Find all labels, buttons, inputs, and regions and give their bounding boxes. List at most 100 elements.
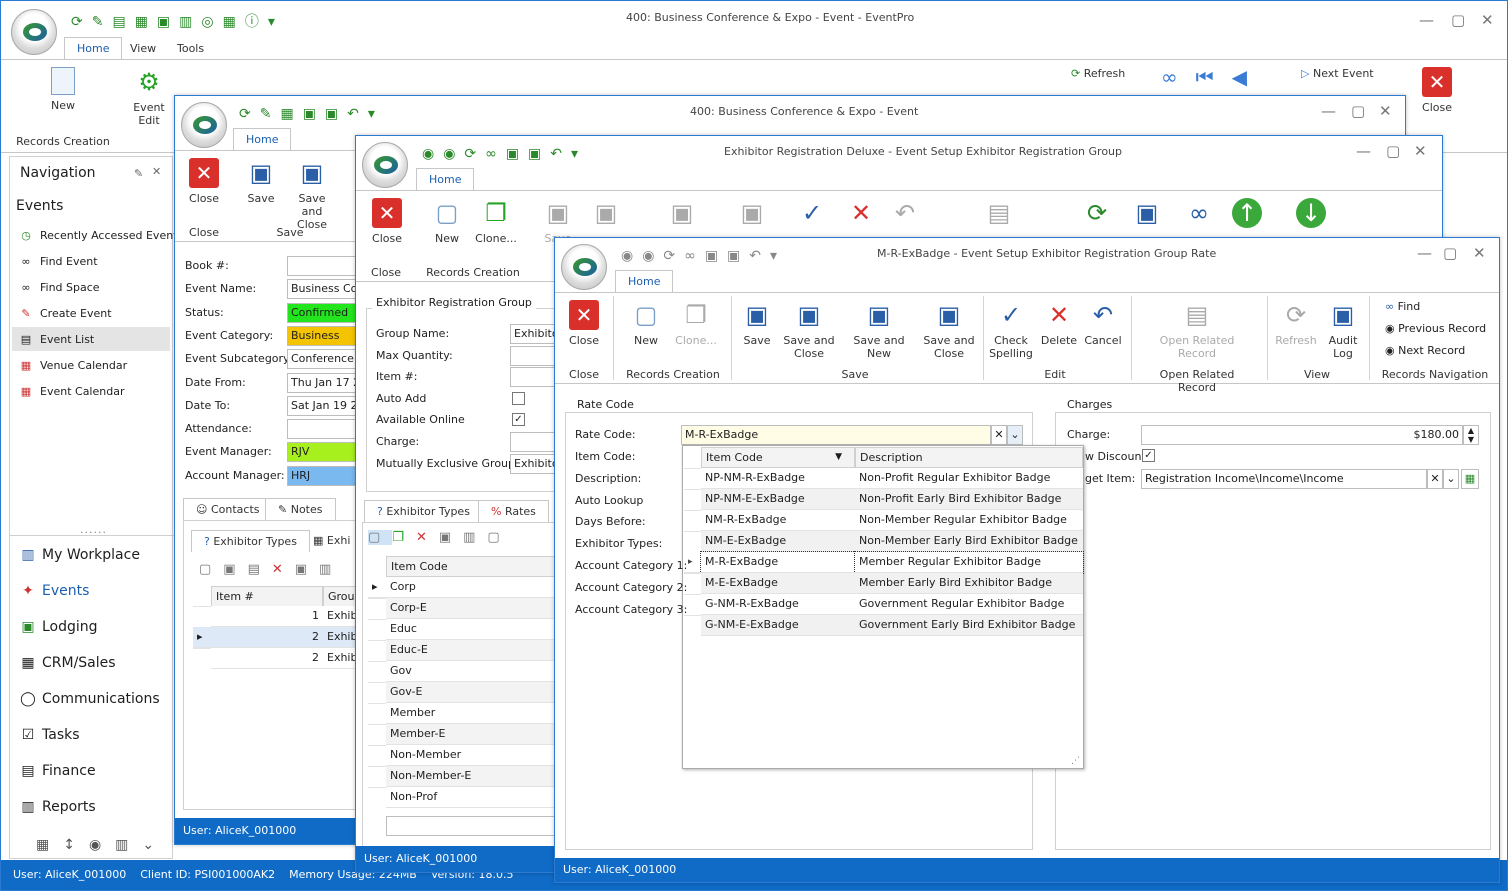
charge-spinner[interactable]: ▲ ▼: [1463, 425, 1479, 445]
dropdown-cell-description[interactable]: Non-Member Regular Exhibitor Badge: [855, 510, 1083, 531]
main-nav-arrows[interactable]: ∞⏮◀: [1161, 67, 1265, 87]
event-tab-contacts[interactable]: ☺ Contacts: [183, 498, 273, 520]
budget-clear-icon[interactable]: ✕: [1427, 469, 1443, 489]
group-restore-button[interactable]: ▢: [1386, 142, 1400, 160]
rate-code-clear-icon[interactable]: ✕: [991, 425, 1007, 445]
rate-audit-button[interactable]: ▣ Audit Log: [1325, 300, 1361, 360]
group-grid-row-handle[interactable]: [368, 745, 386, 746]
event-tab-home[interactable]: Home: [233, 128, 292, 150]
group-new-button[interactable]: ▢ New: [432, 198, 462, 245]
main-tab-tools[interactable]: Tools: [177, 38, 204, 60]
rate-next-button[interactable]: ◉ Next Record: [1385, 344, 1465, 357]
group-grid-toolbar[interactable]: ▢❐✕▣▥▢: [368, 530, 512, 545]
rate-code-input[interactable]: M-R-ExBadge: [681, 425, 991, 445]
dropdown-row-handle[interactable]: [684, 510, 701, 511]
main-event-edit-button[interactable]: ⚙ Event Edit: [129, 67, 169, 127]
group-close-button[interactable]: ✕ Close: [370, 198, 404, 245]
rate-check-spelling-button[interactable]: ✓ Check Spelling: [987, 300, 1035, 360]
group-save-close-button[interactable]: ▣: [590, 198, 622, 232]
nav-close-icon[interactable]: ✕: [152, 165, 161, 178]
rate-save-new-button[interactable]: ▣ Save and New: [843, 300, 915, 360]
rate-tab-home[interactable]: Home: [615, 270, 674, 292]
dropdown-cell-description[interactable]: Member Early Bird Exhibitor Badge: [855, 573, 1083, 594]
module-communications[interactable]: ◯ Communications: [20, 691, 159, 707]
rate-find-button[interactable]: ∞ Find: [1385, 300, 1420, 313]
charge-input[interactable]: $180.00: [1141, 425, 1463, 445]
dropdown-cell-description[interactable]: Non-Profit Early Bird Exhibitor Badge: [855, 489, 1083, 510]
event-grid-cell-item[interactable]: 2: [211, 627, 323, 648]
dropdown-row-handle[interactable]: [684, 468, 701, 469]
rate-restore-button[interactable]: ▢: [1443, 244, 1457, 262]
budget-lookup-icon[interactable]: ▦: [1461, 469, 1479, 489]
dropdown-resize-grip[interactable]: ⋰: [1071, 756, 1080, 766]
module-tasks[interactable]: ☑ Tasks: [20, 727, 80, 743]
event-grid-row-handle[interactable]: ▸: [193, 627, 211, 648]
rate-save-close-button[interactable]: ▣ Save and Close: [783, 300, 835, 360]
rate-minimize-button[interactable]: —: [1417, 244, 1432, 262]
rate-code-dropdown-icon[interactable]: ⌄: [1007, 425, 1023, 445]
rate-save-close2-button[interactable]: ▣ Save and Close: [923, 300, 975, 360]
module-crm-sales[interactable]: ▦ CRM/Sales: [20, 655, 115, 671]
group-grid-cell[interactable]: Educ: [386, 619, 556, 640]
rate-close-window-button[interactable]: ✕: [1473, 244, 1486, 262]
nav-pin-icon[interactable]: ✎: [134, 167, 143, 180]
dropdown-row-handle[interactable]: [684, 489, 701, 490]
group-tab-rates[interactable]: % Rates: [478, 500, 549, 522]
group-grid-row-handle[interactable]: [368, 766, 386, 767]
dropdown-cell-description[interactable]: Non-Profit Regular Exhibitor Badge: [855, 468, 1083, 489]
event-subtab-exhi[interactable]: ▦ Exhi: [313, 530, 350, 552]
main-close-event-button[interactable]: ✕ Close: [1419, 67, 1455, 114]
event-orb[interactable]: [181, 102, 227, 148]
dropdown-cell-item-code[interactable]: G-NM-E-ExBadge: [701, 615, 855, 636]
group-save-close2-button[interactable]: ▣: [736, 198, 768, 232]
nav-item-find-space[interactable]: ∞ Find Space: [18, 281, 99, 294]
event-tab-notes[interactable]: ✎ Notes: [265, 498, 336, 520]
group-grid-row-handle[interactable]: [368, 598, 386, 599]
group-grid-row-handle[interactable]: [368, 640, 386, 641]
group-grid-cell[interactable]: Non-Prof: [386, 787, 556, 808]
event-grid-cell-item[interactable]: 2: [211, 648, 323, 669]
nav-item-recent[interactable]: ◷ Recently Accessed Events: [18, 229, 183, 242]
dropdown-cell-item-code[interactable]: M-R-ExBadge: [700, 551, 856, 574]
event-close-button[interactable]: ✕ Close: [187, 158, 221, 205]
dropdown-cell-item-code[interactable]: NP-NM-R-ExBadge: [701, 468, 855, 489]
dropdown-cell-description[interactable]: Government Early Bird Exhibitor Badge: [855, 615, 1083, 636]
dropdown-cell-item-code[interactable]: M-E-ExBadge: [701, 573, 855, 594]
group-grid-cell[interactable]: Non-Member-E: [386, 766, 556, 787]
event-grid-row-handle[interactable]: [193, 648, 211, 649]
group-grid-row-handle[interactable]: ▸: [368, 577, 386, 598]
dropdown-cell-item-code[interactable]: NM-E-ExBadge: [701, 531, 855, 552]
rate-previous-button[interactable]: ◉ Previous Record: [1385, 322, 1486, 335]
dropdown-cell-item-code[interactable]: NP-NM-E-ExBadge: [701, 489, 855, 510]
event-grid-toolbar[interactable]: ▢▣▤✕▣▥: [199, 562, 343, 577]
rate-orb[interactable]: [561, 244, 607, 290]
group-clone-button[interactable]: ❐ Clone...: [474, 198, 518, 245]
event-save-button[interactable]: ▣ Save: [245, 158, 277, 205]
module-lodging[interactable]: ▣ Lodging: [20, 619, 97, 635]
group-grid-row-handle[interactable]: [368, 724, 386, 725]
group-field-checkbox[interactable]: ✓: [512, 413, 525, 427]
dropdown-header-item-code[interactable]: Item Code ▼: [701, 447, 855, 468]
group-grid-cell[interactable]: Gov-E: [386, 682, 556, 703]
group-tab-home[interactable]: Home: [416, 168, 475, 190]
group-previous-button[interactable]: ↑: [1230, 198, 1264, 232]
group-field-input[interactable]: [510, 345, 560, 366]
group-grid-cell[interactable]: Member-E: [386, 724, 556, 745]
nav-item-venue-calendar[interactable]: ▦ Venue Calendar: [18, 359, 127, 372]
main-tab-view[interactable]: View: [130, 38, 156, 60]
group-audit-button[interactable]: ▣: [1130, 198, 1164, 232]
group-check-spelling-button[interactable]: ✓: [794, 198, 830, 232]
group-grid-filter[interactable]: [386, 816, 556, 836]
group-grid-row-handle[interactable]: [368, 787, 386, 788]
group-open-related-button[interactable]: ▤: [982, 198, 1016, 232]
event-subtab-exhibitor-types[interactable]: ? Exhibitor Types: [191, 530, 310, 552]
group-refresh-button[interactable]: ⟳: [1080, 198, 1114, 232]
budget-input[interactable]: Registration Income\Income\Income: [1141, 469, 1427, 489]
rate-save-button[interactable]: ▣ Save: [741, 300, 773, 347]
group-minimize-button[interactable]: —: [1356, 142, 1371, 160]
module-finance[interactable]: ▤ Finance: [20, 763, 95, 779]
group-grid-cell[interactable]: Corp-E: [386, 598, 556, 619]
dropdown-header-description[interactable]: Description: [855, 447, 1083, 468]
nav-item-find-event[interactable]: ∞ Find Event: [18, 255, 97, 268]
group-grid-cell[interactable]: Gov: [386, 661, 556, 682]
